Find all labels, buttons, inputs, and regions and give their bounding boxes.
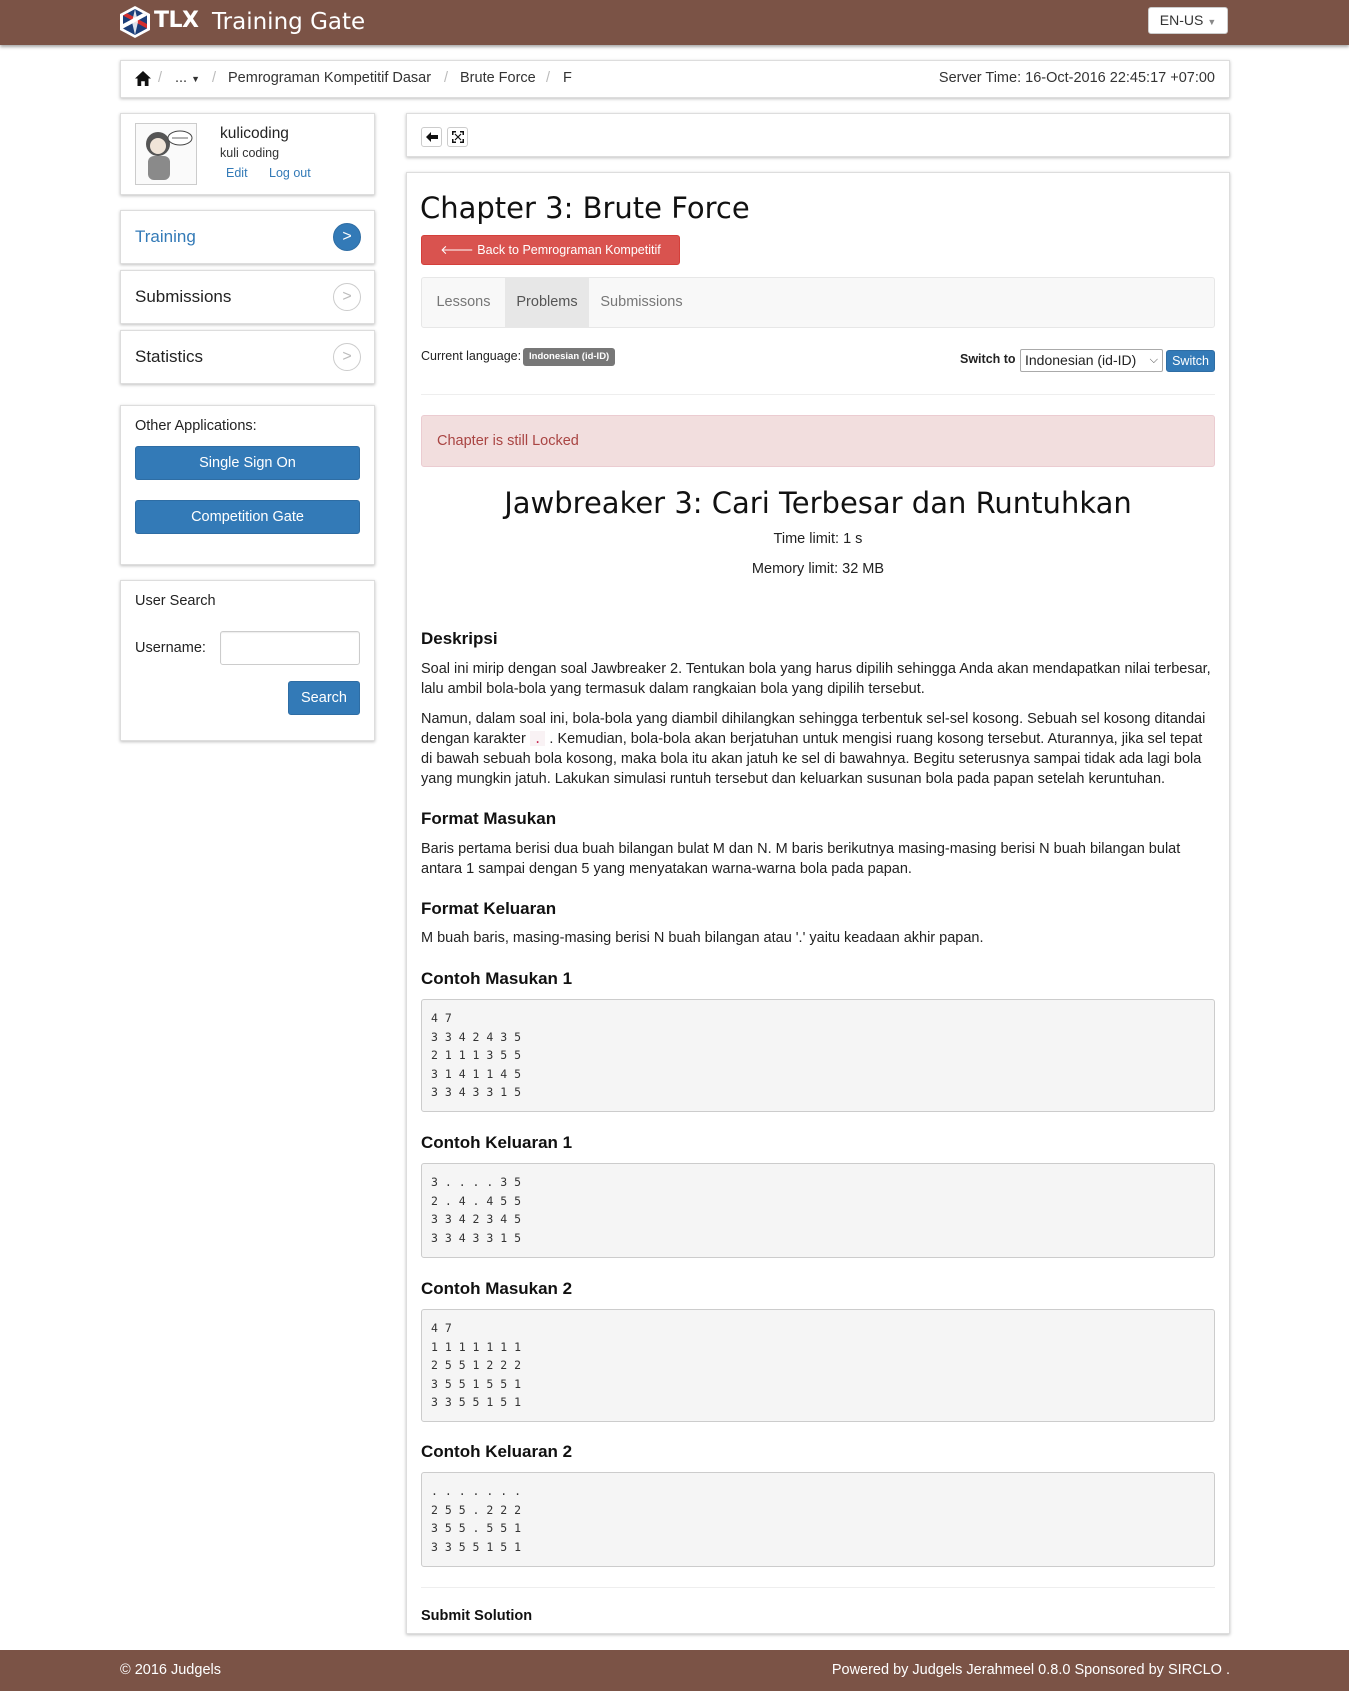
sidebar-item-label: Statistics bbox=[135, 347, 204, 366]
logout-link[interactable]: Log out bbox=[269, 166, 311, 180]
sample-heading: Contoh Keluaran 1 bbox=[421, 1133, 573, 1152]
tlx-logo-icon[interactable] bbox=[119, 5, 151, 39]
avatar[interactable] bbox=[135, 123, 197, 185]
sample-code-block: 4 7 1 1 1 1 1 1 1 2 5 5 1 2 2 2 3 5 5 1 … bbox=[421, 1309, 1215, 1422]
profile-realname: kuli coding bbox=[220, 146, 280, 160]
breadcrumb-course[interactable]: Pemrograman Kompetitif Dasar bbox=[228, 70, 431, 86]
description-paragraph-1: Soal ini mirip dengan soal Jawbreaker 2.… bbox=[421, 661, 1211, 697]
chevron-right-icon: > bbox=[333, 343, 361, 371]
current-language-label: Current language: bbox=[421, 349, 522, 363]
inline-code: . bbox=[529, 731, 546, 746]
description-heading: Deskripsi bbox=[421, 629, 498, 648]
sample-code-block: 3 . . . . 3 5 2 . 4 . 4 5 5 3 3 4 2 3 4 … bbox=[421, 1163, 1215, 1258]
problem-title: Jawbreaker 3: Cari Terbesar dan Runtuhka… bbox=[504, 486, 1132, 520]
sidebar-item-submissions[interactable]: Submissions > bbox=[120, 270, 375, 324]
user-search-panel: User Search Username: Search bbox=[120, 580, 375, 741]
sidebar-item-label: Submissions bbox=[135, 287, 232, 306]
fullscreen-icon[interactable] bbox=[447, 127, 468, 147]
caret-down-icon: ▼ bbox=[1207, 17, 1217, 27]
other-applications-panel: Other Applications: Single Sign On Compe… bbox=[120, 405, 375, 565]
app-title[interactable]: Training Gate bbox=[212, 9, 365, 35]
sample-heading: Contoh Keluaran 2 bbox=[421, 1442, 573, 1461]
locked-alert: Chapter is still Locked bbox=[421, 415, 1215, 467]
breadcrumb-problem[interactable]: F bbox=[563, 70, 572, 86]
single-sign-on-button[interactable]: Single Sign On bbox=[135, 446, 360, 480]
breadcrumb-more[interactable]: ... ▼ bbox=[175, 70, 200, 86]
input-format-heading: Format Masukan bbox=[421, 809, 557, 828]
profile-username: kulicoding bbox=[220, 125, 289, 142]
username-label: Username: bbox=[135, 640, 206, 656]
sidebar-item-statistics[interactable]: Statistics > bbox=[120, 330, 375, 384]
username-input[interactable] bbox=[220, 631, 360, 665]
language-dropdown[interactable]: EN-US ▼ bbox=[1148, 7, 1228, 34]
logo-text[interactable]: TLX bbox=[154, 8, 199, 33]
language-label: EN-US bbox=[1159, 12, 1204, 28]
output-format-heading: Format Keluaran bbox=[421, 899, 557, 918]
sample-code-block: . . . . . . . 2 5 5 . 2 2 2 3 5 5 . 5 5 … bbox=[421, 1472, 1215, 1567]
sidebar-item-label: Training bbox=[135, 227, 196, 246]
sample-heading: Contoh Masukan 1 bbox=[421, 969, 573, 988]
output-format-text: M buah baris, masing-masing berisi N bua… bbox=[421, 930, 984, 946]
tab-problems[interactable]: Problems bbox=[505, 278, 589, 327]
sample-heading: Contoh Masukan 2 bbox=[421, 1279, 573, 1298]
footer-powered-by: Powered by Judgels Jerahmeel 0.8.0 Spons… bbox=[831, 1662, 1230, 1678]
chapter-title: Chapter 3: Brute Force bbox=[420, 191, 750, 225]
current-language-badge: Indonesian (id-ID) bbox=[523, 348, 616, 366]
breadcrumb-chapter[interactable]: Brute Force bbox=[460, 70, 536, 86]
time-limit: Time limit: 1 s bbox=[773, 531, 863, 547]
back-arrow-icon[interactable] bbox=[421, 127, 442, 147]
top-navbar: TLX Training Gate EN-US ▼ bbox=[0, 0, 1349, 45]
breadcrumb: / ... ▼ / Pemrograman Kompetitif Dasar /… bbox=[120, 60, 1230, 98]
input-format-text: Baris pertama berisi dua buah bilangan b… bbox=[421, 841, 1181, 877]
home-icon[interactable] bbox=[135, 71, 151, 86]
server-time: Server Time: 16-Oct-2016 22:45:17 +07:00 bbox=[938, 70, 1215, 86]
memory-limit: Memory limit: 32 MB bbox=[751, 561, 885, 577]
tab-lessons[interactable]: Lessons bbox=[422, 278, 505, 327]
sample-code-block: 4 7 3 3 4 2 4 3 5 2 1 1 1 3 5 5 3 1 4 1 … bbox=[421, 999, 1215, 1112]
language-select-value: Indonesian (id-ID) bbox=[1025, 352, 1137, 368]
divider bbox=[421, 1587, 1215, 1588]
competition-gate-button[interactable]: Competition Gate bbox=[135, 500, 360, 534]
breadcrumb-separator: / bbox=[444, 70, 449, 86]
footer: © 2016 Judgels Powered by Judgels Jerahm… bbox=[0, 1650, 1349, 1691]
divider bbox=[421, 394, 1215, 395]
user-search-title: User Search bbox=[135, 593, 216, 609]
submit-solution-heading: Submit Solution bbox=[421, 1608, 533, 1624]
chevron-right-icon: > bbox=[333, 223, 361, 251]
sidebar-item-training[interactable]: Training > bbox=[120, 210, 375, 264]
back-to-course-button[interactable]: 🡐 Back to Pemrograman Kompetitif Dasar bbox=[421, 235, 680, 285]
toolbar-panel bbox=[406, 113, 1230, 157]
search-button[interactable]: Search bbox=[288, 681, 360, 715]
caret-down-icon: ▼ bbox=[191, 74, 201, 84]
chapter-tabs: Lessons Problems Submissions bbox=[421, 277, 1215, 328]
arrow-left-icon: 🡐 bbox=[440, 243, 478, 257]
breadcrumb-separator: / bbox=[158, 70, 163, 86]
chevron-down-icon: ⌵ bbox=[1149, 354, 1158, 366]
profile-panel: kulicoding kuli coding Edit Log out bbox=[120, 113, 375, 195]
breadcrumb-separator: / bbox=[212, 70, 217, 86]
switch-language-button[interactable]: Switch bbox=[1166, 350, 1215, 372]
other-applications-title: Other Applications: bbox=[135, 418, 257, 434]
description-paragraph-2: Namun, dalam soal ini, bola-bola yang di… bbox=[421, 711, 1206, 787]
breadcrumb-separator: / bbox=[546, 70, 551, 86]
switch-language-label: Switch to bbox=[960, 352, 1016, 366]
chevron-right-icon: > bbox=[333, 283, 361, 311]
language-select[interactable]: Indonesian (id-ID) ⌵ bbox=[1020, 349, 1163, 372]
footer-copyright: © 2016 Judgels bbox=[120, 1662, 221, 1678]
tab-submissions[interactable]: Submissions bbox=[589, 278, 694, 327]
edit-profile-link[interactable]: Edit bbox=[226, 166, 248, 180]
